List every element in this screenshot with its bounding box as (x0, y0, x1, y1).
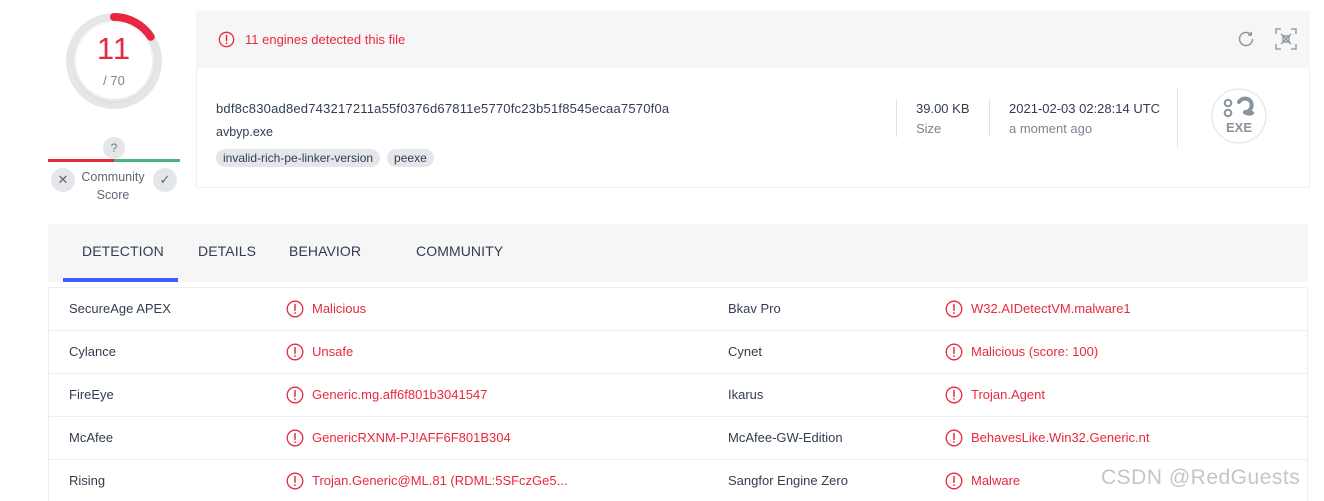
detection-result[interactable]: W32.AIDetectVM.malware1 (971, 301, 1131, 316)
engine-name: McAfee (69, 430, 114, 445)
tab-behavior[interactable]: BEHAVIOR (289, 243, 361, 259)
engine-name: SecureAge APEX (69, 301, 171, 316)
table-row: Cylance Unsafe Cynet Malicious (score: 1… (49, 331, 1307, 374)
alert-circle-icon (286, 429, 304, 447)
detection-summary-text: 11 engines detected this file (245, 32, 406, 47)
divider (896, 99, 897, 137)
vote-harmless-button[interactable]: ✓ (153, 168, 177, 192)
vote-harmful-button[interactable]: ✕ (51, 168, 75, 192)
community-score-bar (48, 159, 180, 162)
engine-name: Sangfor Engine Zero (728, 473, 848, 488)
detection-result[interactable]: GenericRXNM-PJ!AFF6F801B304 (312, 430, 511, 445)
detection-result[interactable]: Unsafe (312, 344, 353, 359)
report-tabs: DETECTION DETAILS BEHAVIOR COMMUNITY (48, 224, 1308, 282)
detection-score-gauge: 11 / 70 (62, 9, 166, 113)
analysis-date-value: 2021-02-03 02:28:14 UTC (1009, 101, 1161, 116)
community-score-label: Community Score (81, 170, 145, 202)
detection-result[interactable]: BehavesLike.Win32.Generic.nt (971, 430, 1149, 445)
alert-circle-icon (945, 300, 963, 318)
community-score-value: ? (103, 137, 125, 159)
tab-community[interactable]: COMMUNITY (416, 243, 503, 259)
engine-name: Rising (69, 473, 106, 488)
file-tags: invalid-rich-pe-linker-version peexe (216, 149, 434, 167)
table-row: FireEye Generic.mg.aff6f801b3041547 Ikar… (49, 374, 1307, 417)
file-size-label: Size (916, 121, 942, 136)
engine-name: Cynet (728, 344, 762, 359)
file-name: avbyp.exe (216, 125, 273, 139)
file-size-value: 39.00 KB (916, 101, 970, 116)
detection-result[interactable]: Trojan.Agent (971, 387, 1045, 402)
detected-count: 11 (96, 31, 132, 66)
engines-total: / 70 (103, 73, 125, 88)
alert-circle-icon (945, 343, 963, 361)
file-type-label: EXE (1226, 120, 1252, 135)
engine-name: Bkav Pro (728, 301, 781, 316)
detection-result[interactable]: Malicious (312, 301, 366, 316)
alert-circle-icon (286, 386, 304, 404)
tab-detection[interactable]: DETECTION (82, 243, 164, 259)
exe-file-type-icon: EXE (1211, 88, 1267, 144)
engine-name: Ikarus (728, 387, 764, 402)
file-hash[interactable]: bdf8c830ad8ed743217211a55f0376d67811e577… (216, 101, 669, 116)
detection-result[interactable]: Trojan.Generic@ML.81 (RDML:5SFczGe5... (312, 473, 567, 488)
alert-circle-icon (286, 343, 304, 361)
file-tag[interactable]: peexe (387, 149, 434, 167)
engine-name: Cylance (69, 344, 116, 359)
analysis-date-relative: a moment ago (1009, 121, 1093, 136)
detection-result[interactable]: Malware (971, 473, 1020, 488)
detection-result[interactable]: Generic.mg.aff6f801b3041547 (312, 387, 487, 402)
alert-circle-icon (218, 31, 235, 48)
tab-details[interactable]: DETAILS (198, 243, 256, 259)
watermark: CSDN @RedGuests (1101, 466, 1301, 489)
alert-circle-icon (945, 472, 963, 490)
engine-name: FireEye (69, 387, 114, 402)
alert-circle-icon (286, 472, 304, 490)
reanalyze-icon[interactable] (1235, 28, 1257, 50)
table-row: SecureAge APEX Malicious Bkav Pro W32.AI… (49, 288, 1307, 331)
detection-result[interactable]: Malicious (score: 100) (971, 344, 1098, 359)
similar-files-icon[interactable] (1274, 27, 1298, 51)
divider (1177, 88, 1178, 148)
engine-name: McAfee-GW-Edition (728, 430, 843, 445)
divider (989, 99, 990, 137)
alert-circle-icon (945, 386, 963, 404)
alert-circle-icon (286, 300, 304, 318)
detection-alert-bar: 11 engines detected this file (196, 11, 1310, 68)
alert-circle-icon (945, 429, 963, 447)
file-tag[interactable]: invalid-rich-pe-linker-version (216, 149, 381, 167)
table-row: McAfee GenericRXNM-PJ!AFF6F801B304 McAfe… (49, 417, 1307, 460)
file-info-card: bdf8c830ad8ed743217211a55f0376d67811e577… (196, 68, 1310, 188)
active-tab-indicator (63, 278, 178, 282)
